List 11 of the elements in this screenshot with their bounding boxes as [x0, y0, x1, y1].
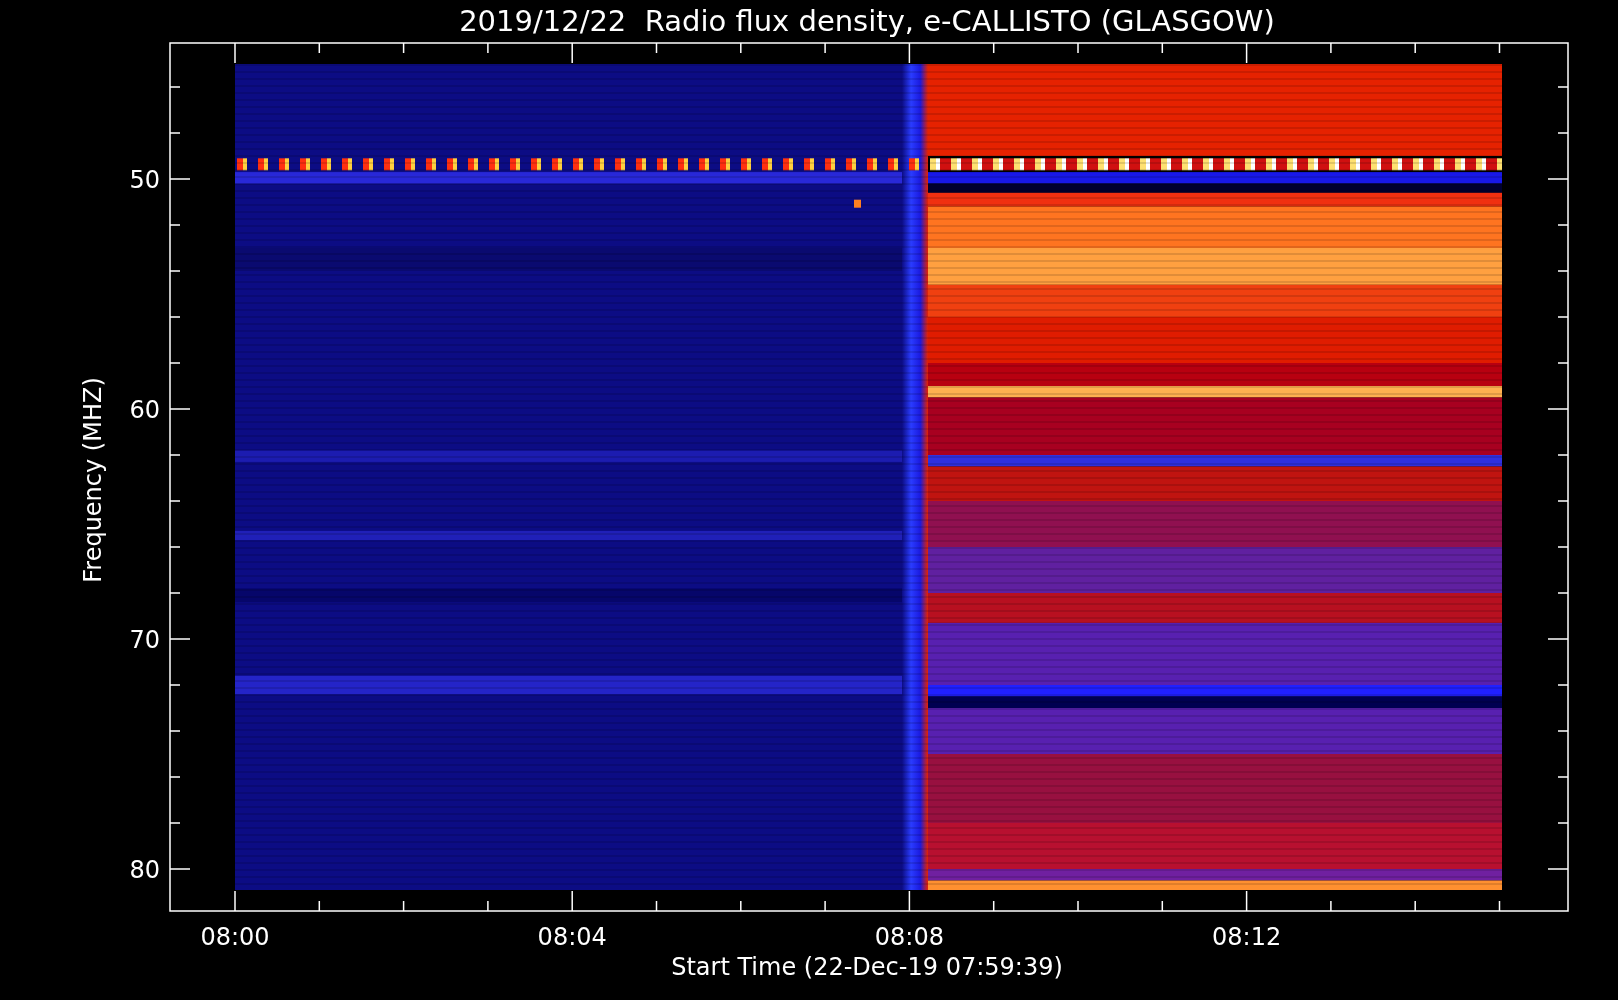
- y-tick-label: 60: [129, 396, 160, 424]
- x-tick-label: 08:04: [537, 923, 607, 951]
- x-axis-label: Start Time (22-Dec-19 07:59:39): [671, 953, 1063, 981]
- x-tick-label: 08:00: [200, 923, 270, 951]
- x-tick-label: 08:08: [874, 923, 944, 951]
- y-tick-label: 50: [129, 166, 160, 194]
- x-tick-label: 08:12: [1212, 923, 1282, 951]
- plot-title: 2019/12/22 Radio flux density, e-CALLISTO (GLASGOW): [459, 4, 1275, 38]
- y-tick-label: 80: [129, 856, 160, 884]
- y-tick-label: 70: [129, 626, 160, 654]
- y-axis-label: Frequency (MHZ): [79, 377, 107, 583]
